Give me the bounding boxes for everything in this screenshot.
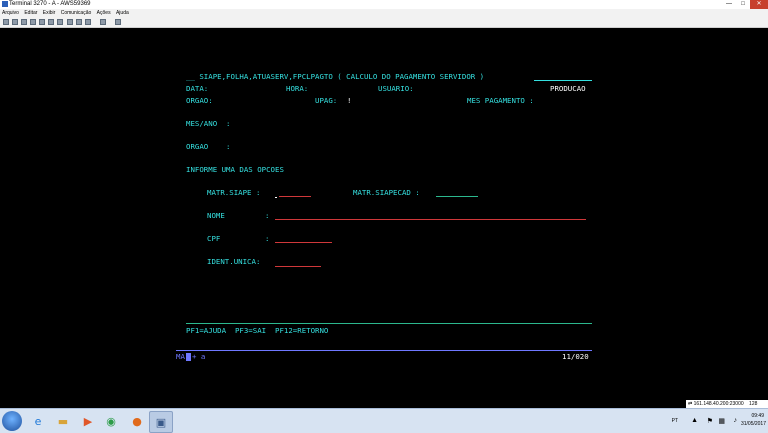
clock-time[interactable]: 09:49 (751, 413, 764, 419)
oia-cursor-block (186, 353, 191, 361)
tray-arrow-icon[interactable]: ▲ (691, 417, 698, 424)
receive-icon[interactable] (39, 19, 45, 25)
upag-label: UPAG: (315, 96, 338, 105)
toolbar (0, 17, 768, 28)
network-icon: ⇄ (688, 401, 693, 407)
menu-bar: Arquivo Editar Exibir Comunicação Ações … (0, 9, 768, 17)
cursor-position: 11/020 (562, 352, 589, 361)
usuario-label: USUARIO: (378, 84, 414, 93)
environment-value: PRODUCAO (550, 84, 586, 93)
send-icon[interactable] (30, 19, 36, 25)
menu-acoes[interactable]: Ações (97, 10, 111, 16)
network-tray-icon[interactable]: ▦ (718, 417, 725, 425)
footer-separator (186, 323, 592, 324)
nome-input[interactable] (275, 219, 586, 220)
play-icon[interactable] (85, 19, 91, 25)
window-controls: — □ ✕ (722, 0, 768, 9)
cpf-label: CPF (207, 234, 221, 243)
keyboard-icon[interactable] (57, 19, 63, 25)
matr-siape-input[interactable] (279, 196, 311, 197)
explorer-icon[interactable]: ▬ (52, 411, 74, 431)
oia-indicator: MA (176, 352, 185, 361)
language-indicator[interactable]: PT (672, 418, 678, 424)
hora-label: HORA: (286, 84, 309, 93)
maximize-button[interactable]: □ (736, 0, 750, 9)
copy-icon[interactable] (12, 19, 18, 25)
orgao-filter-label: ORGAO : (186, 142, 231, 151)
function-keys: PF1=AJUDA PF3=SAI PF12=RETORNO (186, 326, 329, 335)
terminal-taskbar-icon[interactable]: ▣ (149, 411, 173, 433)
close-button[interactable]: ✕ (750, 0, 768, 9)
media-player-icon[interactable]: ▶ (77, 411, 99, 431)
ident-unica-label: IDENT.UNICA: (207, 257, 261, 266)
macro-icon[interactable] (67, 19, 73, 25)
text-cursor (275, 197, 277, 198)
flag-icon[interactable]: ⚑ (707, 417, 713, 425)
minimize-button[interactable]: — (722, 0, 736, 9)
menu-comunicacao[interactable]: Comunicação (61, 10, 92, 16)
help-icon[interactable] (115, 19, 121, 25)
matr-siape-label: MATR.SIAPE : (207, 188, 261, 197)
oia-separator (176, 350, 592, 351)
cpf-input[interactable] (275, 242, 332, 243)
record-icon[interactable] (76, 19, 82, 25)
settings-icon[interactable] (100, 19, 106, 25)
host-address: 161.148.40.200:23000 (693, 401, 744, 407)
menu-exibir[interactable]: Exibir (43, 10, 56, 16)
mesano-label: MES/ANO : (186, 119, 231, 128)
title-underline (534, 80, 592, 81)
menu-editar[interactable]: Editar (24, 10, 37, 16)
terminal-app-icon (2, 1, 8, 7)
volume-icon[interactable]: ♪ (734, 417, 738, 424)
clock-date[interactable]: 31/05/2017 (741, 421, 766, 427)
window-title: Terminal 3270 - A - AWS59369 (9, 1, 91, 7)
ident-unica-input[interactable] (275, 266, 321, 267)
data-label: DATA: (186, 84, 209, 93)
menu-arquivo[interactable]: Arquivo (2, 10, 19, 16)
menu-ajuda[interactable]: Ajuda (116, 10, 129, 16)
taskbar: e ▬ ▶ ◉ ● ▣ PT ▲ ⚑ ▦ ♪ 09:49 31/05/2017 (0, 408, 768, 433)
matr-siapecad-label: MATR.SIAPECAD : (353, 188, 420, 197)
oia-status: + a (192, 352, 206, 361)
orgao-label: ORGAO: (186, 96, 213, 105)
upag-separator: ! (347, 96, 352, 105)
chrome-icon[interactable]: ◉ (100, 411, 122, 431)
session-number: 128 (749, 401, 758, 407)
nome-label: NOME (207, 211, 225, 220)
cpf-colon: : (265, 234, 270, 243)
print-icon[interactable] (3, 19, 9, 25)
start-button[interactable] (2, 411, 22, 431)
nome-colon: : (265, 211, 270, 220)
window-titlebar: Terminal 3270 - A - AWS59369 — □ ✕ (0, 0, 768, 9)
ie-icon[interactable]: e (27, 411, 49, 431)
connection-status: ⇄ 161.148.40.200:23000 128 (686, 400, 768, 408)
color-icon[interactable] (48, 19, 54, 25)
mes-pagamento-label: MES PAGAMENTO : (467, 96, 534, 105)
paste-icon[interactable] (21, 19, 27, 25)
firefox-icon[interactable]: ● (126, 411, 148, 431)
instruction-text: INFORME UMA DAS OPCOES (186, 165, 284, 174)
matr-siapecad-input[interactable] (436, 196, 478, 197)
screen-title: __ SIAPE,FOLHA,ATUASERV,FPCLPAGTO ( CALC… (186, 72, 485, 81)
